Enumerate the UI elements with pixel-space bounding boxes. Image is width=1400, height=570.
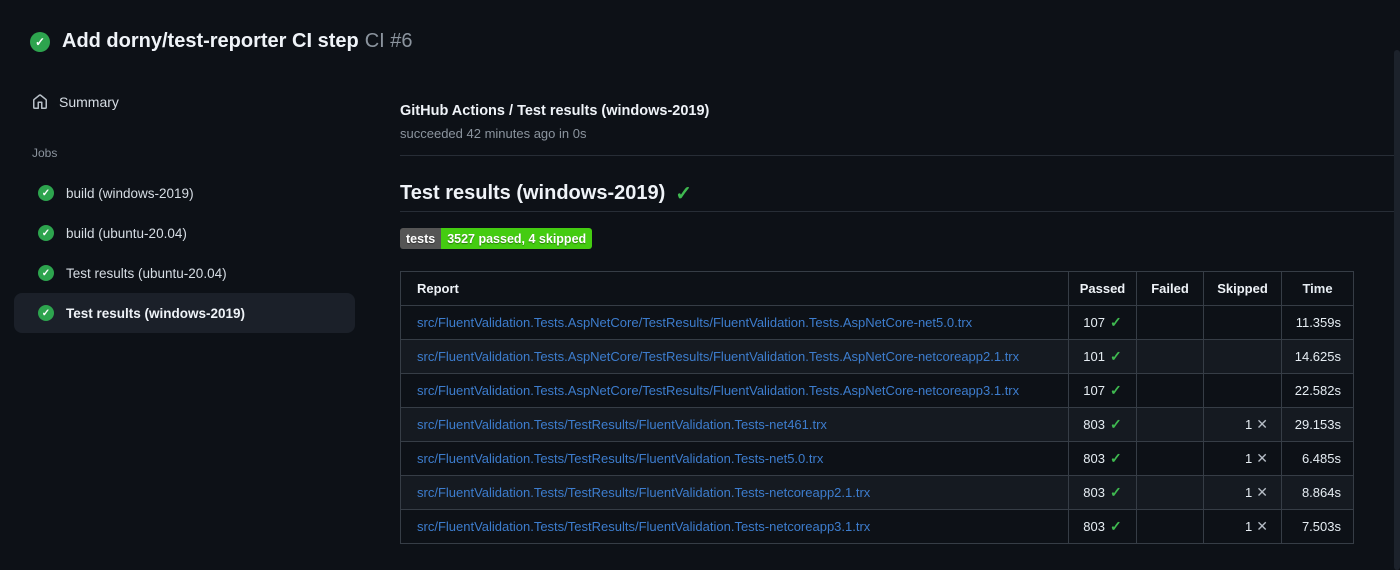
x-icon: ✕ bbox=[1256, 416, 1268, 432]
column-header: Skipped bbox=[1203, 271, 1282, 306]
sidebar-job-item[interactable]: ✓ build (windows-2019) bbox=[14, 173, 355, 213]
test-results-table: Report Passed Failed Skipped Time src/Fluent… bbox=[400, 271, 1354, 544]
run-title: Add dorny/test-reporter CI step bbox=[62, 30, 359, 52]
failed-cell bbox=[1136, 509, 1204, 544]
passed-cell: 101 ✓ bbox=[1068, 339, 1137, 374]
passed-cell: 107 ✓ bbox=[1068, 305, 1137, 340]
table-row: src/FluentValidation.Tests.AspNetCore/Te… bbox=[400, 305, 1354, 340]
time-cell: 14.625s bbox=[1281, 339, 1354, 374]
table-header-row: Report Passed Failed Skipped Time bbox=[400, 271, 1354, 306]
failed-cell bbox=[1136, 407, 1204, 442]
success-check-icon: ✓ bbox=[30, 31, 50, 52]
run-number: CI #6 bbox=[364, 30, 413, 52]
column-header: Report bbox=[400, 271, 1069, 306]
report-link[interactable]: src/FluentValidation.Tests/TestResults/F… bbox=[417, 485, 870, 500]
run-header: ✓ Add dorny/test-reporter CI step CI #6 bbox=[30, 30, 413, 53]
success-check-icon: ✓ bbox=[38, 265, 54, 281]
skipped-cell: 1 ✕ bbox=[1203, 475, 1282, 510]
badge-label: tests bbox=[400, 228, 442, 249]
jobs-section-label: Jobs bbox=[32, 146, 58, 160]
table-row: src/FluentValidation.Tests/TestResults/F… bbox=[400, 475, 1354, 510]
time-cell: 6.485s bbox=[1281, 441, 1354, 476]
passed-cell: 803 ✓ bbox=[1068, 509, 1137, 544]
tests-badge[interactable]: tests 3527 passed, 4 skipped bbox=[400, 228, 593, 249]
badge-value: 3527 passed, 4 skipped bbox=[441, 228, 593, 249]
skipped-cell: 1 ✕ bbox=[1203, 441, 1282, 476]
skipped-cell bbox=[1203, 339, 1282, 374]
report-link[interactable]: src/FluentValidation.Tests/TestResults/F… bbox=[417, 417, 827, 432]
report-link[interactable]: src/FluentValidation.Tests.AspNetCore/Te… bbox=[417, 315, 972, 330]
column-header: Time bbox=[1281, 271, 1354, 306]
time-cell: 11.359s bbox=[1281, 305, 1354, 340]
divider bbox=[400, 211, 1400, 212]
check-icon: ✓ bbox=[1109, 382, 1122, 398]
check-icon: ✓ bbox=[1109, 484, 1122, 500]
success-check-icon: ✓ bbox=[38, 305, 54, 321]
column-header: Failed bbox=[1136, 271, 1204, 306]
failed-cell bbox=[1136, 475, 1204, 510]
job-label: build (ubuntu-20.04) bbox=[66, 225, 187, 241]
passed-cell: 107 ✓ bbox=[1068, 373, 1137, 408]
section-title-row: Test results (windows-2019) ✓ bbox=[400, 181, 692, 206]
time-cell: 7.503s bbox=[1281, 509, 1354, 544]
failed-cell bbox=[1136, 339, 1204, 374]
table-row: src/FluentValidation.Tests.AspNetCore/Te… bbox=[400, 339, 1354, 374]
time-cell: 8.864s bbox=[1281, 475, 1354, 510]
failed-cell bbox=[1136, 441, 1204, 476]
failed-cell bbox=[1136, 305, 1204, 340]
check-icon: ✓ bbox=[675, 183, 693, 205]
check-icon: ✓ bbox=[1109, 314, 1122, 330]
sidebar-item-summary[interactable]: Summary bbox=[32, 94, 119, 110]
table-row: src/FluentValidation.Tests/TestResults/F… bbox=[400, 441, 1354, 476]
sidebar-job-item[interactable]: ✓ Test results (ubuntu-20.04) bbox=[14, 253, 355, 293]
check-run-status: succeeded 42 minutes ago in 0s bbox=[400, 126, 587, 141]
check-icon: ✓ bbox=[1109, 348, 1122, 364]
sidebar-job-item[interactable]: ✓ Test results (windows-2019) bbox=[14, 293, 355, 333]
summary-label: Summary bbox=[59, 94, 119, 110]
x-icon: ✕ bbox=[1256, 450, 1268, 466]
table-row: src/FluentValidation.Tests.AspNetCore/Te… bbox=[400, 373, 1354, 408]
passed-cell: 803 ✓ bbox=[1068, 407, 1137, 442]
report-link[interactable]: src/FluentValidation.Tests.AspNetCore/Te… bbox=[417, 349, 1019, 364]
skipped-cell: 1 ✕ bbox=[1203, 407, 1282, 442]
x-icon: ✕ bbox=[1256, 518, 1268, 534]
skipped-cell bbox=[1203, 373, 1282, 408]
passed-cell: 803 ✓ bbox=[1068, 441, 1137, 476]
check-icon: ✓ bbox=[1109, 416, 1122, 432]
job-label: Test results (windows-2019) bbox=[66, 305, 246, 321]
home-icon bbox=[32, 94, 48, 110]
scrollbar[interactable] bbox=[1394, 50, 1400, 570]
skipped-cell: 1 ✕ bbox=[1203, 509, 1282, 544]
x-icon: ✕ bbox=[1256, 484, 1268, 500]
success-check-icon: ✓ bbox=[38, 185, 54, 201]
check-icon: ✓ bbox=[1109, 450, 1122, 466]
time-cell: 22.582s bbox=[1281, 373, 1354, 408]
job-label: Test results (ubuntu-20.04) bbox=[66, 265, 227, 281]
section-title: Test results (windows-2019) bbox=[400, 182, 666, 204]
job-label: build (windows-2019) bbox=[66, 185, 194, 201]
passed-cell: 803 ✓ bbox=[1068, 475, 1137, 510]
report-link[interactable]: src/FluentValidation.Tests/TestResults/F… bbox=[417, 451, 823, 466]
success-check-icon: ✓ bbox=[38, 225, 54, 241]
skipped-cell bbox=[1203, 305, 1282, 340]
table-row: src/FluentValidation.Tests/TestResults/F… bbox=[400, 407, 1354, 442]
sidebar-job-item[interactable]: ✓ build (ubuntu-20.04) bbox=[14, 213, 355, 253]
job-list: ✓ build (windows-2019) ✓ build (ubuntu-20.0… bbox=[14, 173, 355, 333]
check-run-title: GitHub Actions / Test results (windows-2… bbox=[400, 103, 710, 119]
time-cell: 29.153s bbox=[1281, 407, 1354, 442]
divider bbox=[400, 155, 1400, 156]
report-link[interactable]: src/FluentValidation.Tests/TestResults/F… bbox=[417, 519, 870, 534]
report-link[interactable]: src/FluentValidation.Tests.AspNetCore/Te… bbox=[417, 383, 1019, 398]
check-icon: ✓ bbox=[1109, 518, 1122, 534]
table-row: src/FluentValidation.Tests/TestResults/F… bbox=[400, 509, 1354, 544]
failed-cell bbox=[1136, 373, 1204, 408]
column-header: Passed bbox=[1068, 271, 1137, 306]
